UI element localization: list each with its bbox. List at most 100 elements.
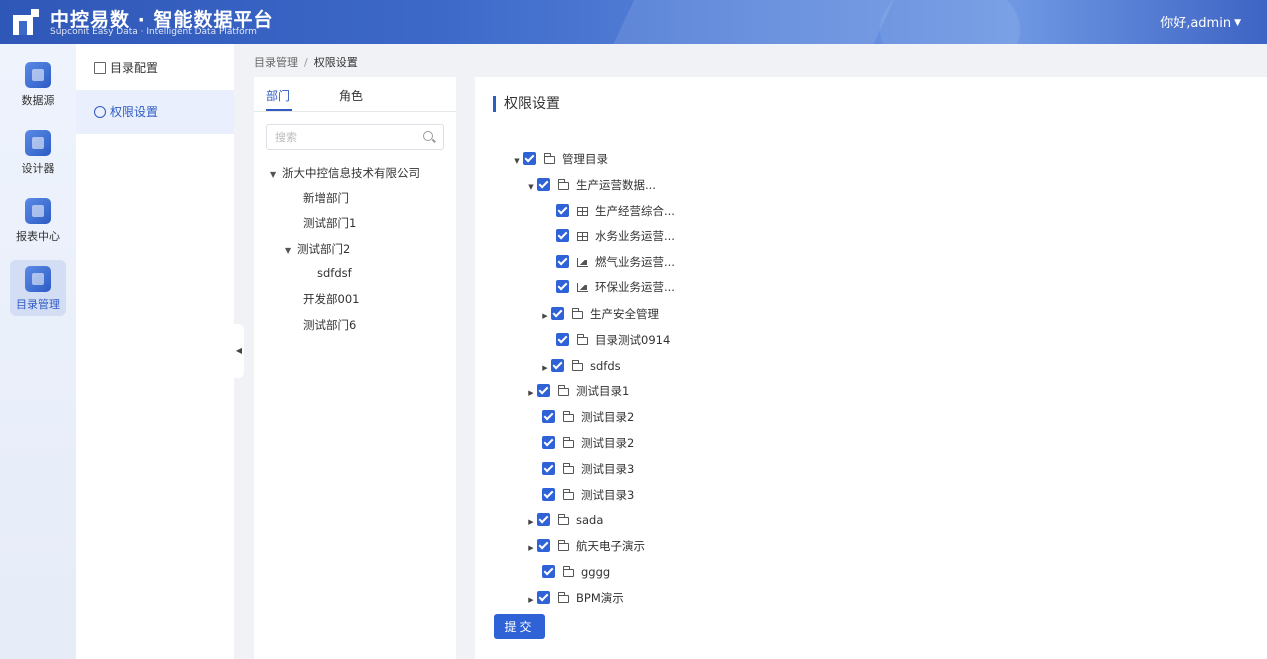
- dept-node-root[interactable]: ▼ 浙大中控信息技术有限公司: [270, 165, 420, 181]
- tree-node[interactable]: 测试目录3: [530, 459, 634, 479]
- tree-node[interactable]: 测试目录3: [530, 485, 634, 505]
- caret-right-icon[interactable]: ▶: [525, 383, 537, 403]
- tree-node[interactable]: 生产经营综合...: [544, 201, 675, 221]
- chevron-left-icon: ◀: [235, 346, 243, 355]
- tree-node[interactable]: ▶ 测试目录1: [525, 381, 629, 401]
- tree-node[interactable]: 燃气业务运营...: [544, 252, 675, 272]
- tree-node[interactable]: 环保业务运营...: [544, 277, 675, 297]
- caret-right-icon[interactable]: ▶: [539, 306, 551, 326]
- checkbox[interactable]: [556, 333, 569, 346]
- logo-icon: [13, 9, 39, 35]
- tab-bar: 部门 角色: [254, 77, 456, 112]
- tree-node-label: sada: [576, 513, 604, 527]
- checkbox[interactable]: [537, 591, 550, 604]
- collapse-sidebar-button[interactable]: ◀: [234, 324, 244, 378]
- chart-icon: [577, 258, 588, 267]
- checkbox[interactable]: [556, 204, 569, 217]
- search-box: [266, 124, 444, 150]
- tree-node-label: 生产经营综合...: [595, 204, 675, 218]
- tree-node-label: 生产运营数据...: [576, 178, 656, 192]
- checkbox[interactable]: [542, 410, 555, 423]
- checkbox[interactable]: [537, 178, 550, 191]
- checkbox[interactable]: [556, 280, 569, 293]
- tree-node[interactable]: ▼ 管理目录: [511, 149, 608, 169]
- tree-node-label: 环保业务运营...: [595, 280, 675, 294]
- tree-node[interactable]: ▼ 生产运营数据...: [525, 175, 656, 195]
- tree-node[interactable]: 测试目录2: [530, 433, 634, 453]
- caret-down-icon[interactable]: ▼: [511, 151, 523, 171]
- panel-title: 权限设置: [493, 96, 560, 112]
- checkbox[interactable]: [551, 307, 564, 320]
- tree-node[interactable]: ▶ sdfds: [539, 356, 621, 376]
- tree-node[interactable]: ▶ 生产安全管理: [539, 304, 659, 324]
- caret-right-icon[interactable]: ▶: [525, 590, 537, 610]
- caret-right-icon[interactable]: ▶: [539, 358, 551, 378]
- caret-down-icon[interactable]: ▼: [285, 246, 297, 255]
- caret-right-icon[interactable]: ▶: [525, 512, 537, 532]
- designer-icon: [25, 130, 51, 156]
- search-icon[interactable]: [423, 131, 433, 141]
- caret-down-icon[interactable]: ▼: [270, 170, 282, 179]
- tree-node[interactable]: gggg: [530, 562, 610, 582]
- tree-node-label: 生产安全管理: [590, 307, 659, 321]
- submenu-item-label: 权限设置: [110, 105, 159, 119]
- dept-node-label: 测试部门2: [297, 242, 351, 256]
- checkbox[interactable]: [542, 488, 555, 501]
- tree-node-label: 管理目录: [562, 152, 608, 166]
- search-input[interactable]: [275, 129, 415, 145]
- caret-down-icon[interactable]: ▼: [525, 177, 537, 197]
- department-panel: 部门 角色 ▼浙大中控信息技术有限公司 新增部门 测试部门1 ▼测试部门2 sd…: [254, 77, 456, 659]
- dept-node-label: 测试部门6: [303, 318, 357, 332]
- checkbox[interactable]: [542, 565, 555, 578]
- checkbox[interactable]: [537, 384, 550, 397]
- folder-icon: [544, 153, 555, 164]
- dept-node[interactable]: 开发部001: [303, 291, 359, 307]
- tab-role[interactable]: 角色: [339, 87, 363, 104]
- dept-node[interactable]: 测试部门1: [303, 215, 356, 231]
- tab-department[interactable]: 部门: [266, 87, 290, 104]
- tree-node[interactable]: ▶ 航天电子演示: [525, 536, 645, 556]
- rail-item-catalog[interactable]: 目录管理: [10, 260, 66, 316]
- active-tab-indicator: [266, 109, 292, 111]
- checkbox[interactable]: [537, 513, 550, 526]
- dept-node[interactable]: 新增部门: [303, 190, 349, 206]
- rail-item-report-center[interactable]: 报表中心: [10, 192, 66, 248]
- submit-button[interactable]: 提交: [494, 614, 545, 639]
- rail-item-label: 设计器: [21, 162, 55, 175]
- dept-node[interactable]: ▼ 测试部门2: [285, 241, 350, 257]
- rail-item-datasource[interactable]: 数据源: [10, 56, 66, 112]
- table-icon: [577, 207, 588, 216]
- rail-item-label: 目录管理: [16, 298, 60, 311]
- checkbox[interactable]: [542, 462, 555, 475]
- tree-node[interactable]: ▶ sada: [525, 510, 603, 530]
- tree-node-label: 水务业务运营...: [595, 229, 675, 243]
- user-menu[interactable]: 你好,admin ▼: [1160, 12, 1241, 31]
- dept-node-label: sdfdsf: [317, 266, 352, 280]
- dept-node[interactable]: sdfdsf: [317, 266, 352, 280]
- breadcrumb-parent[interactable]: 目录管理: [254, 56, 298, 69]
- checkbox[interactable]: [523, 152, 536, 165]
- tree-node[interactable]: 水务业务运营...: [544, 226, 675, 246]
- dept-node[interactable]: 测试部门6: [303, 317, 356, 333]
- checkbox[interactable]: [556, 229, 569, 242]
- user-greeting: 你好,admin: [1160, 16, 1232, 31]
- tree-node-label: 测试目录1: [576, 384, 630, 398]
- catalog-icon: [25, 266, 51, 292]
- tree-node[interactable]: ▶ BPM演示: [525, 588, 624, 608]
- tree-node-label: 目录测试0914: [595, 333, 671, 347]
- tree-node[interactable]: 目录测试0914: [544, 330, 670, 350]
- checkbox[interactable]: [542, 436, 555, 449]
- submenu-item-permission[interactable]: 权限设置: [76, 90, 234, 134]
- checkbox[interactable]: [556, 255, 569, 268]
- folder-icon: [572, 360, 583, 371]
- rail-item-designer[interactable]: 设计器: [10, 124, 66, 180]
- submenu-item-catalog-config[interactable]: 目录配置: [76, 46, 234, 90]
- caret-right-icon[interactable]: ▶: [525, 538, 537, 558]
- folder-icon: [558, 179, 569, 190]
- tree-node-label: 航天电子演示: [576, 539, 645, 553]
- header-decoration: [880, 0, 1020, 44]
- folder-icon: [558, 514, 569, 525]
- checkbox[interactable]: [551, 359, 564, 372]
- checkbox[interactable]: [537, 539, 550, 552]
- tree-node[interactable]: 测试目录2: [530, 407, 634, 427]
